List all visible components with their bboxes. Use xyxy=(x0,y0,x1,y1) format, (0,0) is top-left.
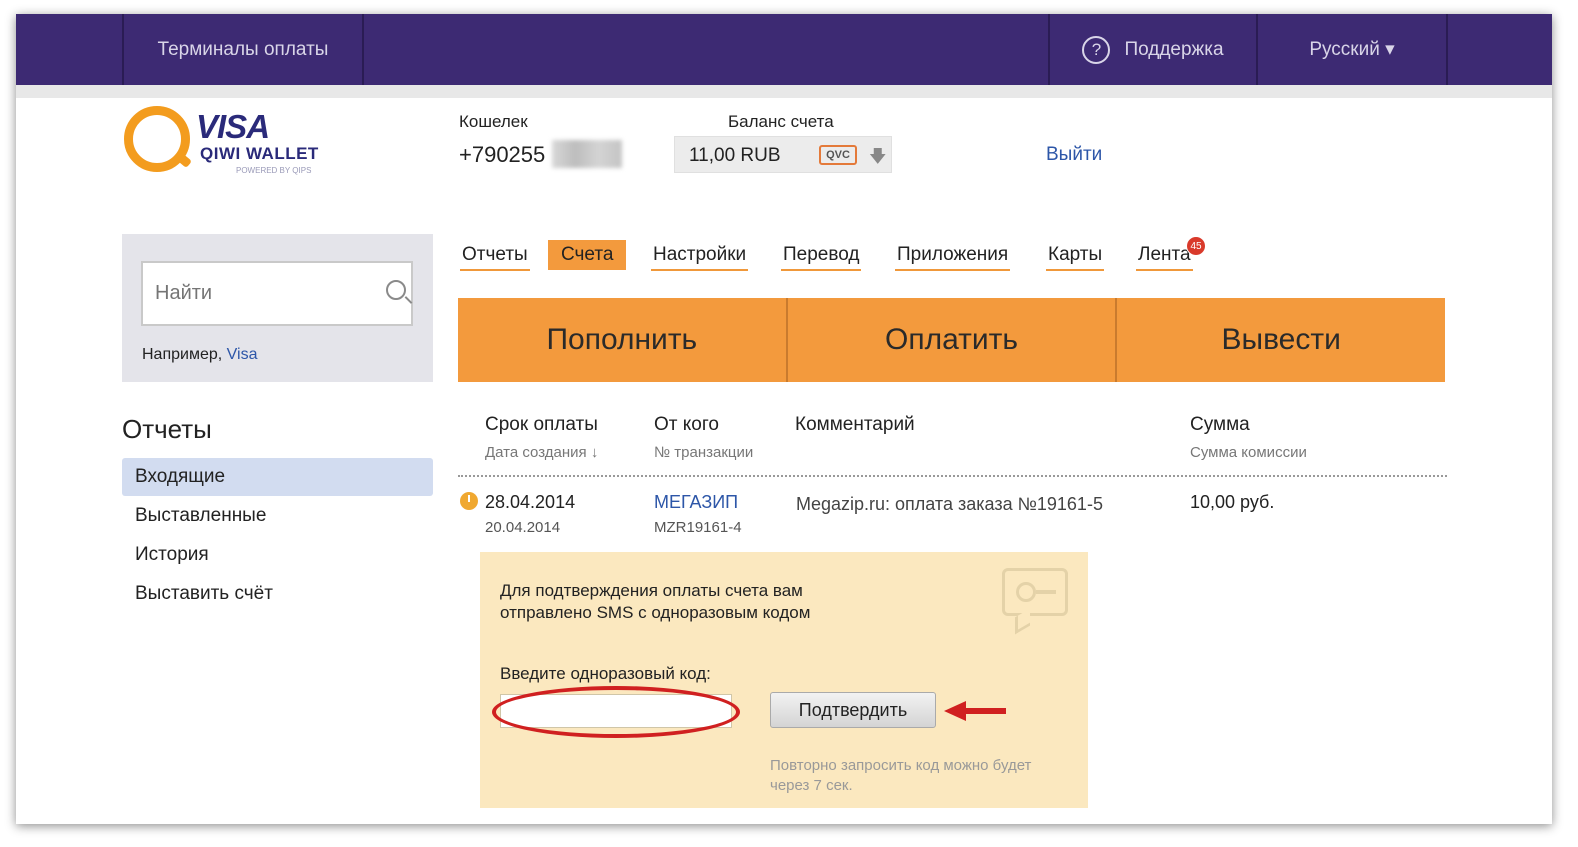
header-created-date[interactable]: Дата создания ↓ xyxy=(485,444,598,461)
header-fee: Сумма комиссии xyxy=(1190,444,1307,461)
pay-button[interactable]: Оплатить xyxy=(788,298,1118,382)
page-frame: Терминалы оплаты ? Поддержка Русский ▾ V… xyxy=(16,14,1552,824)
balance-label: Баланс счета xyxy=(728,112,834,131)
tab-reports[interactable]: Отчеты xyxy=(460,240,530,271)
row-created-date: 20.04.2014 xyxy=(485,519,561,536)
feed-count-badge: 45 xyxy=(1186,236,1206,256)
key-stem-icon xyxy=(1036,590,1056,594)
search-input[interactable] xyxy=(141,261,413,326)
header-separator xyxy=(16,85,1552,98)
resend-line2: через 7 сек. xyxy=(770,777,853,794)
tab-cards[interactable]: Карты xyxy=(1046,240,1105,271)
confirm-button[interactable]: Подтвердить xyxy=(770,692,936,728)
resend-notice: Повторно запросить код можно будет через… xyxy=(770,756,1070,796)
clock-icon xyxy=(460,492,478,510)
search-panel: Например, Visa xyxy=(122,234,433,382)
topup-button[interactable]: Пополнить xyxy=(458,298,788,382)
logo-qiwi-text: QIWI WALLET xyxy=(200,144,319,163)
visa-qiwi-logo[interactable]: VISA QIWI WALLET POWERED BY QIPS xyxy=(124,106,324,180)
help-icon: ? xyxy=(1082,35,1111,64)
sidebar-item-incoming[interactable]: Входящие xyxy=(122,458,433,496)
header-from: От кого xyxy=(654,414,719,435)
search-example-link[interactable]: Visa xyxy=(227,346,258,363)
row-comment: Megazip.ru: оплата заказа №19161-5 xyxy=(796,494,1103,514)
highlight-oval xyxy=(492,686,740,738)
balance-value: 11,00 RUB xyxy=(689,145,781,166)
row-amount: 10,00 руб. xyxy=(1190,492,1275,512)
row-due-date: 28.04.2014 xyxy=(485,492,576,512)
search-icon[interactable] xyxy=(386,280,406,300)
support-label: Поддержка xyxy=(1124,38,1224,60)
header-comment: Комментарий xyxy=(795,414,915,435)
code-label: Введите одноразовый код: xyxy=(500,664,711,683)
sms-message: Для подтверждения оплаты счета вам отпра… xyxy=(500,580,920,624)
header-amount: Сумма xyxy=(1190,414,1250,435)
header-txn: № транзакции xyxy=(654,444,754,461)
key-icon xyxy=(1016,582,1036,602)
qvc-currency-badge[interactable]: QVC xyxy=(819,145,857,165)
balance-box[interactable]: 11,00 RUB QVC 🡇 xyxy=(674,136,892,173)
withdraw-button[interactable]: Вывести xyxy=(1117,298,1445,382)
table-divider xyxy=(458,475,1447,477)
search-example-prefix: Например, xyxy=(142,346,227,363)
qiwi-q-icon xyxy=(124,106,190,172)
logo-visa-text: VISA xyxy=(196,108,270,145)
sms-message-line1: Для подтверждения оплаты счета вам xyxy=(500,581,803,600)
red-arrow-icon xyxy=(964,708,1006,714)
tab-feed[interactable]: Лента xyxy=(1136,240,1193,271)
header-due-date[interactable]: Срок оплаты xyxy=(485,414,598,436)
red-arrow-head-icon xyxy=(944,701,966,721)
sidebar-item-issue-invoice[interactable]: Выставить счёт xyxy=(122,575,433,613)
sidebar-title: Отчеты xyxy=(122,414,212,444)
logout-link[interactable]: Выйти xyxy=(1046,144,1102,166)
search-example: Например, Visa xyxy=(142,346,257,364)
tab-invoices[interactable]: Счета xyxy=(548,240,627,270)
top-nav-bar: Терминалы оплаты ? Поддержка Русский ▾ xyxy=(16,14,1552,85)
row-txn: MZR19161-4 xyxy=(654,519,742,536)
tab-apps[interactable]: Приложения xyxy=(895,240,1011,271)
action-bar: Пополнить Оплатить Вывести xyxy=(458,298,1445,382)
arrow-down-icon[interactable]: 🡇 xyxy=(869,144,886,173)
tab-settings[interactable]: Настройки xyxy=(651,240,749,271)
sidebar-item-history[interactable]: История xyxy=(122,536,433,574)
support-link[interactable]: ? Поддержка xyxy=(1048,14,1258,85)
language-dropdown[interactable]: Русский ▾ xyxy=(1258,14,1448,85)
wallet-label: Кошелек xyxy=(459,112,528,131)
tab-transfer[interactable]: Перевод xyxy=(781,240,862,271)
resend-line1: Повторно запросить код можно будет xyxy=(770,757,1032,774)
row-from-link[interactable]: МЕГАЗИП xyxy=(654,492,738,513)
wallet-number-blur xyxy=(552,140,622,168)
wallet-number: +790255 xyxy=(459,142,546,167)
sms-message-line2: отправлено SMS с одноразовым кодом xyxy=(500,603,811,622)
sms-confirmation-box: Для подтверждения оплаты счета вам отпра… xyxy=(480,552,1088,808)
sidebar-item-issued[interactable]: Выставленные xyxy=(122,497,433,535)
logo-powered-text: POWERED BY QIPS xyxy=(236,166,312,175)
terminals-link[interactable]: Терминалы оплаты xyxy=(122,14,364,85)
